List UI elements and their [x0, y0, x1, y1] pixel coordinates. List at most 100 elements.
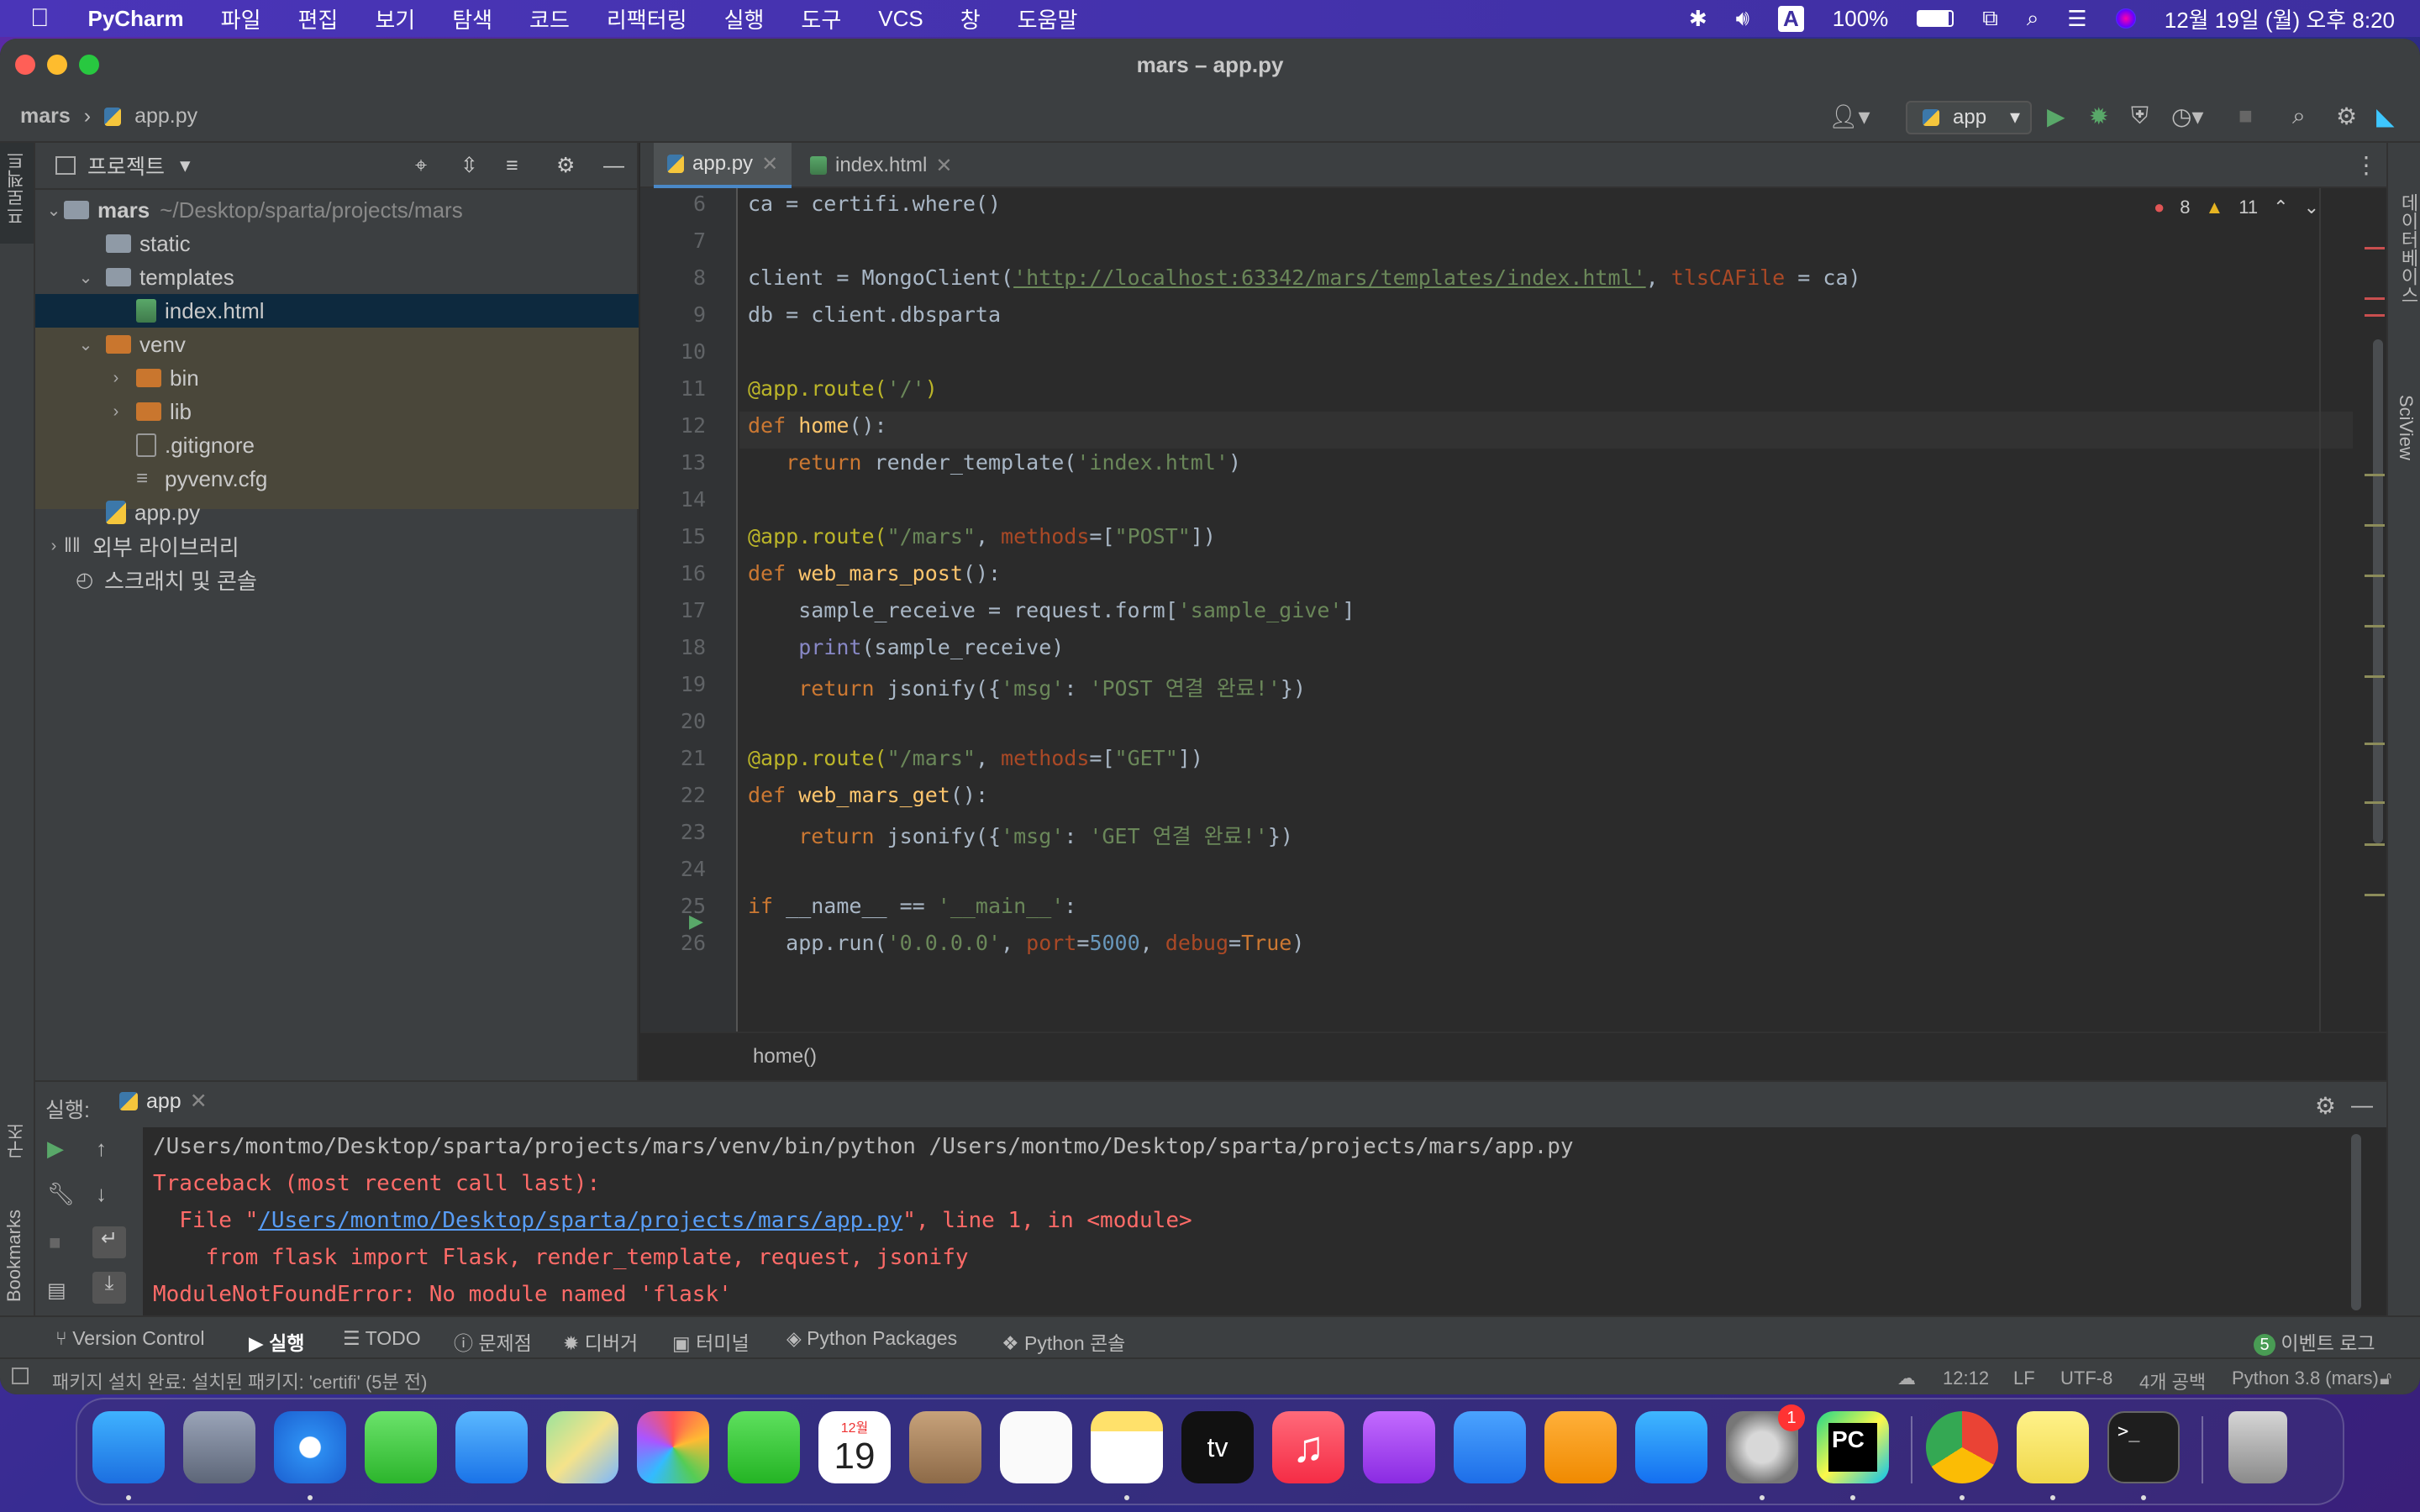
close-icon[interactable]: ✕	[935, 154, 952, 178]
warning-stripe-mark[interactable]	[2365, 524, 2385, 527]
warning-stripe-mark[interactable]	[2365, 894, 2385, 896]
gear-icon[interactable]: ⚙	[2315, 1092, 2336, 1120]
tree-item-pyvenv-cfg[interactable]: ≡ pyvenv.cfg	[35, 462, 639, 496]
chevron-down-icon[interactable]: ⌄	[2304, 197, 2319, 218]
tree-item-static[interactable]: static	[35, 227, 639, 260]
tool-debugger[interactable]: ✹ 디버거	[563, 1327, 638, 1356]
warning-stripe-mark[interactable]	[2365, 625, 2385, 627]
code-line[interactable]: client = MongoClient('http://localhost:6…	[748, 265, 1861, 290]
menu-vcs[interactable]: VCS	[860, 6, 941, 32]
pycharm-icon[interactable]: PC	[1817, 1411, 1889, 1483]
code-line[interactable]: db = client.dbsparta	[748, 302, 1001, 327]
code-line[interactable]: sample_receive = request.form['sample_gi…	[748, 598, 1355, 622]
chevron-up-icon[interactable]: ⌃	[2273, 197, 2288, 218]
tree-item-index-html[interactable]: index.html	[35, 294, 639, 328]
warning-stripe-mark[interactable]	[2365, 801, 2385, 804]
python-interpreter[interactable]: Python 3.8 (mars)	[2232, 1368, 2379, 1389]
menu-window[interactable]: 창	[942, 3, 999, 34]
launchpad-icon[interactable]	[183, 1411, 255, 1483]
stickies-icon[interactable]	[2017, 1411, 2089, 1483]
close-icon[interactable]: ✕	[190, 1089, 208, 1114]
hide-panel-icon[interactable]: —	[603, 154, 624, 178]
account-icon[interactable]: 👤︎▾	[1828, 102, 1870, 130]
close-window-button[interactable]	[15, 55, 35, 75]
photos-icon[interactable]	[637, 1411, 709, 1483]
structure-tool-label[interactable]: 구조	[3, 1122, 30, 1159]
code-line[interactable]: if __name__ == '__main__':	[748, 894, 1076, 918]
tool-todo[interactable]: ☰ TODO	[343, 1327, 421, 1350]
toolbox-icon[interactable]: ◣	[2376, 102, 2395, 130]
caret-position[interactable]: 12:12	[1943, 1368, 1989, 1389]
warning-stripe-mark[interactable]	[2365, 843, 2385, 846]
console-scrollbar[interactable]	[2351, 1134, 2361, 1310]
file-encoding[interactable]: UTF-8	[2060, 1368, 2112, 1389]
coverage-icon[interactable]: ⛨	[2131, 102, 2149, 130]
chevron-right-icon[interactable]: ›	[106, 402, 126, 422]
code-editor[interactable]: 6 7 8 9 10 11 12 13 14 15 16 17 18 19 20 21 22 23 24 25 26 c…	[640, 188, 2386, 1032]
profile-icon[interactable]: ◷▾	[2171, 102, 2204, 130]
breadcrumb-function[interactable]: home()	[753, 1045, 817, 1068]
input-source-icon[interactable]: A	[1778, 5, 1804, 32]
code-line[interactable]: @app.route("/mars", methods=["GET"])	[748, 746, 1203, 770]
battery-icon[interactable]	[1917, 10, 1954, 27]
breadcrumb-project[interactable]: mars	[20, 104, 71, 129]
up-arrow-icon[interactable]: ↑	[96, 1136, 107, 1162]
calendar-icon[interactable]: 12월 19	[818, 1411, 891, 1483]
notes-icon[interactable]	[1091, 1411, 1163, 1483]
soft-wrap-icon[interactable]: ↵	[92, 1226, 126, 1258]
safari-icon[interactable]	[274, 1411, 346, 1483]
tree-item-external-libraries[interactable]: › ‖‖ 외부 라이브러리	[35, 529, 639, 563]
menu-file[interactable]: 파일	[203, 3, 280, 34]
down-arrow-icon[interactable]: ↓	[96, 1181, 107, 1207]
locate-icon[interactable]: ⌖	[415, 154, 427, 178]
run-tab-app[interactable]: app ✕	[119, 1089, 208, 1114]
run-console[interactable]: /Users/montmo/Desktop/sparta/projects/ma…	[143, 1127, 2361, 1315]
search-everywhere-icon[interactable]: ⌕	[2292, 102, 2306, 130]
chevron-down-icon[interactable]: ▾	[180, 153, 191, 178]
menu-run[interactable]: 실행	[706, 3, 783, 34]
code-line[interactable]: @app.route("/mars", methods=["POST"])	[748, 524, 1216, 549]
breadcrumb-file[interactable]: app.py	[134, 104, 197, 129]
reminders-icon[interactable]	[1000, 1411, 1072, 1483]
rerun-icon[interactable]: ▶	[47, 1136, 64, 1162]
settings-icon[interactable]: ⚙	[2336, 102, 2357, 130]
screen-mirroring-icon[interactable]: ⧉	[1982, 5, 1998, 32]
tree-item-mars[interactable]: ⌄ mars ~/Desktop/sparta/projects/mars	[35, 193, 639, 227]
bluetooth-icon[interactable]: ✱	[1689, 6, 1707, 32]
warning-stripe-mark[interactable]	[2365, 474, 2385, 476]
project-tool-label[interactable]: 프로젝트	[3, 151, 30, 225]
error-stripe-mark[interactable]	[2365, 297, 2385, 300]
close-icon[interactable]: ✕	[761, 152, 778, 176]
podcasts-icon[interactable]	[1363, 1411, 1435, 1483]
chevron-down-icon[interactable]: ⌄	[44, 200, 64, 221]
warning-stripe-mark[interactable]	[2365, 743, 2385, 745]
tree-item-venv[interactable]: ⌄ venv	[35, 328, 639, 361]
menu-edit[interactable]: 편집	[280, 3, 357, 34]
indent-setting[interactable]: 4개 공백	[2139, 1368, 2206, 1394]
code-line[interactable]: print(sample_receive)	[748, 635, 1064, 659]
chevron-down-icon[interactable]: ⌄	[76, 334, 96, 355]
tool-python-packages[interactable]: ◈ Python Packages	[786, 1327, 957, 1350]
code-line[interactable]: @app.route('/')	[748, 376, 938, 401]
warning-stripe-mark[interactable]	[2365, 675, 2385, 678]
tree-item-gitignore[interactable]: .gitignore	[35, 428, 639, 462]
run-configuration-select[interactable]: app ▾	[1906, 101, 2032, 134]
tree-item-lib[interactable]: › lib	[35, 395, 639, 428]
code-line[interactable]: def home():	[748, 413, 887, 438]
chevron-down-icon[interactable]: ⌄	[76, 267, 96, 288]
cloud-icon[interactable]: ☁	[1897, 1368, 1916, 1389]
finder-icon[interactable]	[92, 1411, 165, 1483]
spotlight-search-icon[interactable]: ⌕	[2027, 5, 2039, 32]
music-icon[interactable]: ♫	[1272, 1411, 1344, 1483]
error-stripe-mark[interactable]	[2365, 247, 2385, 249]
control-center-icon[interactable]: ☰	[2067, 6, 2086, 32]
tool-version-control[interactable]: ⑂ Version Control	[55, 1327, 204, 1350]
collapse-all-icon[interactable]: ≡	[506, 154, 518, 178]
trash-icon[interactable]	[2228, 1411, 2287, 1483]
pages-icon[interactable]	[1544, 1411, 1617, 1483]
code-line[interactable]: return render_template('index.html')	[748, 450, 1241, 475]
expand-all-icon[interactable]: ⇳	[460, 153, 478, 178]
messages-icon[interactable]	[365, 1411, 437, 1483]
terminal-icon[interactable]: >_	[2107, 1411, 2180, 1483]
tool-python-console[interactable]: ❖ Python 콘솔	[1002, 1327, 1125, 1356]
